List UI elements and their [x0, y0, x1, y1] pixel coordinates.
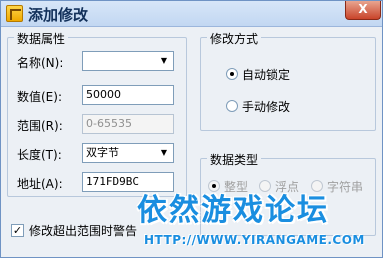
range-text: 0-65535 [86, 117, 132, 130]
manual-modify-radio[interactable] [226, 100, 238, 112]
name-label: 名称(N): [17, 56, 64, 70]
range-warning-checkbox[interactable]: ✓ [11, 224, 24, 237]
modify-mode-group: 修改方式 [200, 30, 376, 131]
close-button[interactable]: X [345, 1, 381, 20]
range-input: 0-65535 [82, 114, 174, 134]
name-combobox[interactable]: ▼ [82, 51, 174, 71]
range-label: 范围(R): [17, 119, 63, 133]
forum-watermark: 依然游戏论坛 [137, 193, 329, 228]
range-warning-label[interactable]: 修改超出范围时警告 [29, 222, 137, 239]
value-label: 数值(E): [17, 90, 62, 104]
forum-watermark-url: HTTP://WWW.YIRANGAME.COM [144, 233, 365, 247]
length-label: 长度(T): [17, 148, 62, 162]
edit-icon [6, 5, 23, 22]
chevron-down-icon[interactable]: ▼ [156, 145, 172, 161]
address-text: 171FD9BC [86, 175, 139, 188]
auto-lock-radio[interactable] [226, 68, 238, 80]
length-value: 双字节 [86, 146, 119, 159]
window-title: 添加修改 [28, 6, 89, 24]
add-modify-dialog: 添加修改 X 数据属性 名称(N): ▼ 数值(E): 50000 范围(R):… [0, 0, 383, 258]
auto-lock-label[interactable]: 自动锁定 [242, 66, 290, 83]
title-bar: 添加修改 X [1, 1, 382, 27]
address-label: 地址(A): [17, 177, 63, 191]
length-combobox[interactable]: 双字节 ▼ [82, 143, 174, 163]
chevron-down-icon[interactable]: ▼ [156, 53, 172, 69]
manual-modify-label[interactable]: 手动修改 [242, 98, 290, 115]
value-text: 50000 [86, 88, 121, 101]
data-type-legend: 数据类型 [207, 151, 262, 168]
modify-mode-legend: 修改方式 [207, 30, 262, 47]
data-attributes-legend: 数据属性 [14, 30, 69, 47]
value-input[interactable]: 50000 [82, 85, 174, 105]
